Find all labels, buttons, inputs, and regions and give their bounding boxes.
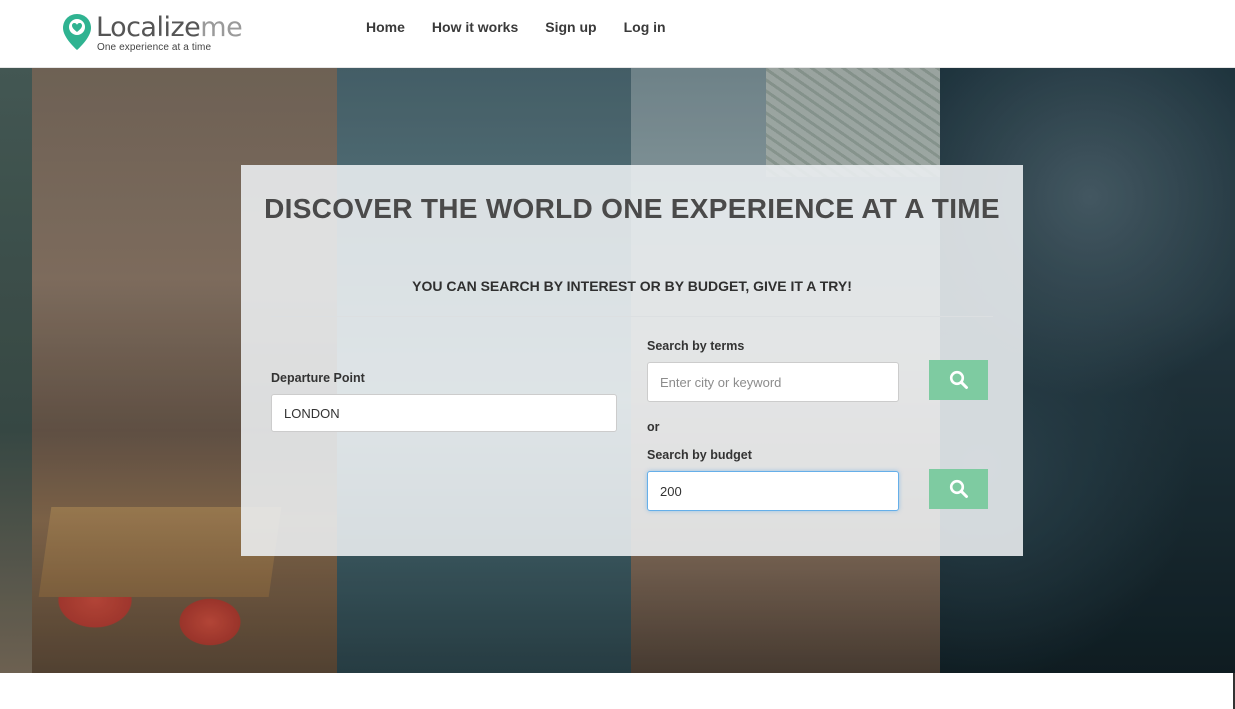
- hero-headline: DISCOVER THE WORLD ONE EXPERIENCE AT A T…: [264, 193, 1000, 224]
- card-divider: [271, 316, 993, 317]
- site-logo[interactable]: Localizeme One experience at a time: [62, 12, 243, 58]
- search-card: DISCOVER THE WORLD ONE EXPERIENCE AT A T…: [241, 165, 1023, 556]
- terms-label: Search by terms: [647, 339, 745, 353]
- or-separator: or: [647, 420, 660, 434]
- site-header: Localizeme One experience at a time Home…: [0, 0, 1235, 68]
- map-pin-heart-icon: [63, 14, 91, 50]
- main-nav: Home How it works Sign up Log in: [366, 19, 666, 35]
- hero-banner: DISCOVER THE WORLD ONE EXPERIENCE AT A T…: [0, 67, 1235, 673]
- nav-home[interactable]: Home: [366, 19, 405, 35]
- logo-wordmark: Localizeme: [96, 12, 243, 44]
- search-terms-button[interactable]: [929, 360, 988, 400]
- logo-word-secondary: me: [200, 12, 243, 43]
- search-budget-button[interactable]: [929, 469, 988, 509]
- budget-input[interactable]: [647, 471, 899, 511]
- logo-tagline: One experience at a time: [97, 42, 212, 53]
- logo-word-primary: Localize: [96, 12, 201, 43]
- terms-input[interactable]: [647, 362, 899, 402]
- search-icon: [949, 370, 968, 389]
- nav-sign-up[interactable]: Sign up: [545, 19, 596, 35]
- departure-input[interactable]: [271, 394, 617, 432]
- nav-log-in[interactable]: Log in: [624, 19, 666, 35]
- budget-label: Search by budget: [647, 448, 752, 462]
- search-icon: [949, 479, 968, 498]
- hero-subheadline: YOU CAN SEARCH BY INTEREST OR BY BUDGET,…: [412, 278, 852, 294]
- departure-label: Departure Point: [271, 371, 365, 385]
- nav-how-it-works[interactable]: How it works: [432, 19, 518, 35]
